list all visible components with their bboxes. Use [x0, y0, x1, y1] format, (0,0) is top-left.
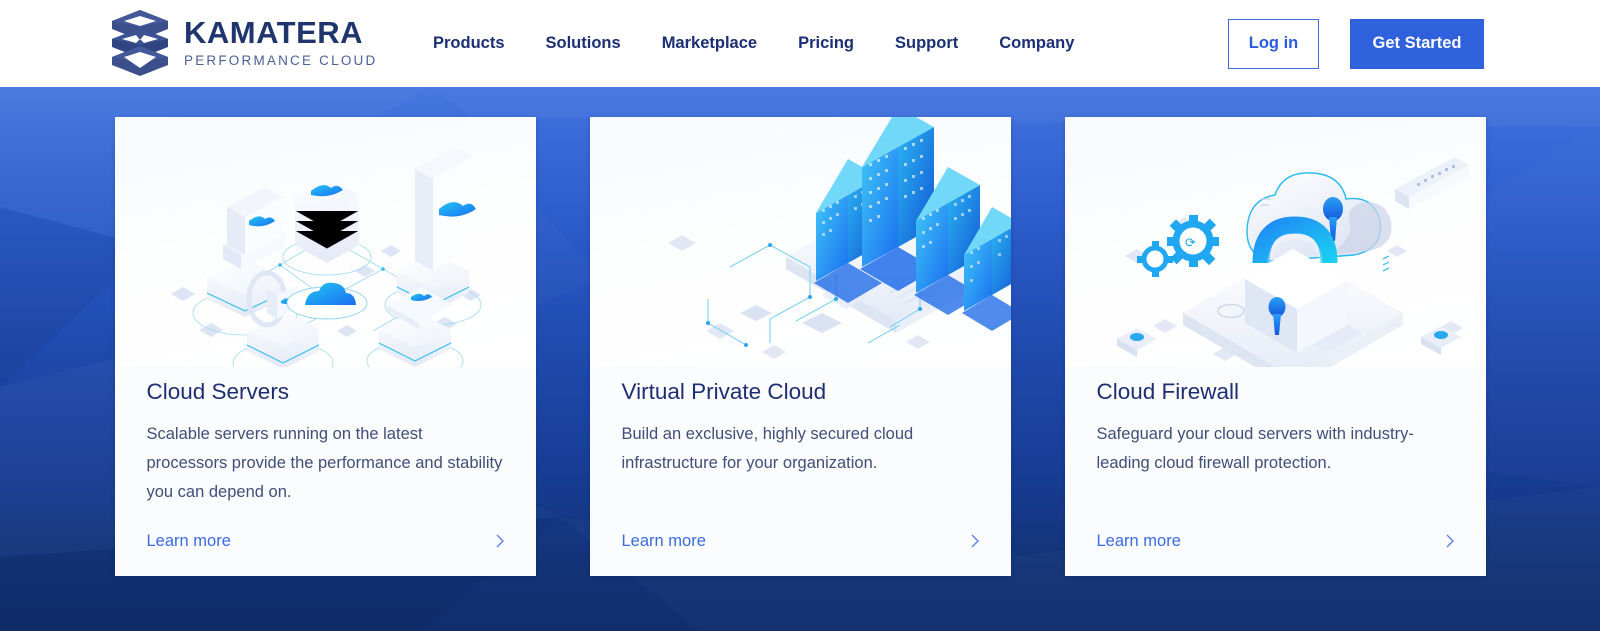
virtual-private-cloud-isometric-icon [667, 117, 1011, 359]
cloud-firewall-illustration: ⟳ [1064, 117, 1486, 367]
nav-item-company[interactable]: Company [999, 35, 1074, 52]
main-navigation: Products Solutions Marketplace Pricing S… [433, 0, 1074, 87]
header-actions: Log in Get Started [1228, 0, 1484, 87]
learn-more-label: Learn more [1096, 531, 1181, 550]
card-title: Virtual Private Cloud [621, 379, 827, 404]
brand-logo[interactable]: KAMATERA PERFORMANCE CLOUD [110, 8, 377, 78]
get-started-button[interactable]: Get Started [1350, 18, 1484, 69]
nav-item-products[interactable]: Products [433, 35, 505, 52]
cloud-firewall-padlock-isometric-icon: ⟳ [1116, 157, 1469, 367]
card-description: Scalable servers running on the latest p… [146, 425, 503, 501]
chevron-right-icon [971, 534, 979, 548]
chevron-right-icon [496, 534, 504, 548]
svg-text:⟳: ⟳ [1185, 235, 1196, 250]
nav-item-marketplace[interactable]: Marketplace [662, 35, 757, 52]
brand-tagline: PERFORMANCE CLOUD [184, 52, 378, 68]
card-description: Build an exclusive, highly secured cloud… [621, 425, 914, 472]
nav-item-pricing[interactable]: Pricing [798, 35, 854, 52]
learn-more-link-virtual-private-cloud[interactable]: Learn more [621, 531, 979, 550]
nav-item-support[interactable]: Support [895, 35, 958, 52]
card-title: Cloud Firewall [1096, 379, 1240, 404]
learn-more-label: Learn more [146, 531, 231, 550]
kamatera-logo-icon [112, 10, 168, 76]
log-in-button[interactable]: Log in [1228, 18, 1319, 69]
chevron-right-icon [1446, 534, 1454, 548]
card-virtual-private-cloud[interactable]: Virtual Private Cloud Build an exclusive… [589, 117, 1011, 576]
card-title: Cloud Servers [146, 379, 290, 404]
learn-more-label: Learn more [621, 531, 706, 550]
card-cloud-servers[interactable]: Cloud Servers Scalable servers running o… [114, 117, 536, 576]
virtual-private-cloud-illustration [589, 117, 1011, 367]
hero-section: Cloud Servers Scalable servers running o… [0, 87, 1600, 631]
cloud-servers-isometric-icon [170, 147, 481, 367]
brand-text: KAMATERA PERFORMANCE CLOUD [184, 14, 378, 69]
learn-more-link-cloud-servers[interactable]: Learn more [146, 531, 504, 550]
cloud-servers-illustration [114, 117, 536, 367]
card-cloud-firewall[interactable]: ⟳ Cloud Firewall Safeguard your cloud se… [1064, 117, 1486, 576]
card-description: Safeguard your cloud servers with indust… [1096, 425, 1414, 472]
site-header: KAMATERA PERFORMANCE CLOUD Products Solu… [0, 0, 1600, 87]
brand-wordmark: KAMATERA [184, 14, 364, 50]
learn-more-link-cloud-firewall[interactable]: Learn more [1096, 531, 1454, 550]
nav-item-solutions[interactable]: Solutions [546, 35, 621, 52]
feature-cards: Cloud Servers Scalable servers running o… [0, 117, 1600, 576]
